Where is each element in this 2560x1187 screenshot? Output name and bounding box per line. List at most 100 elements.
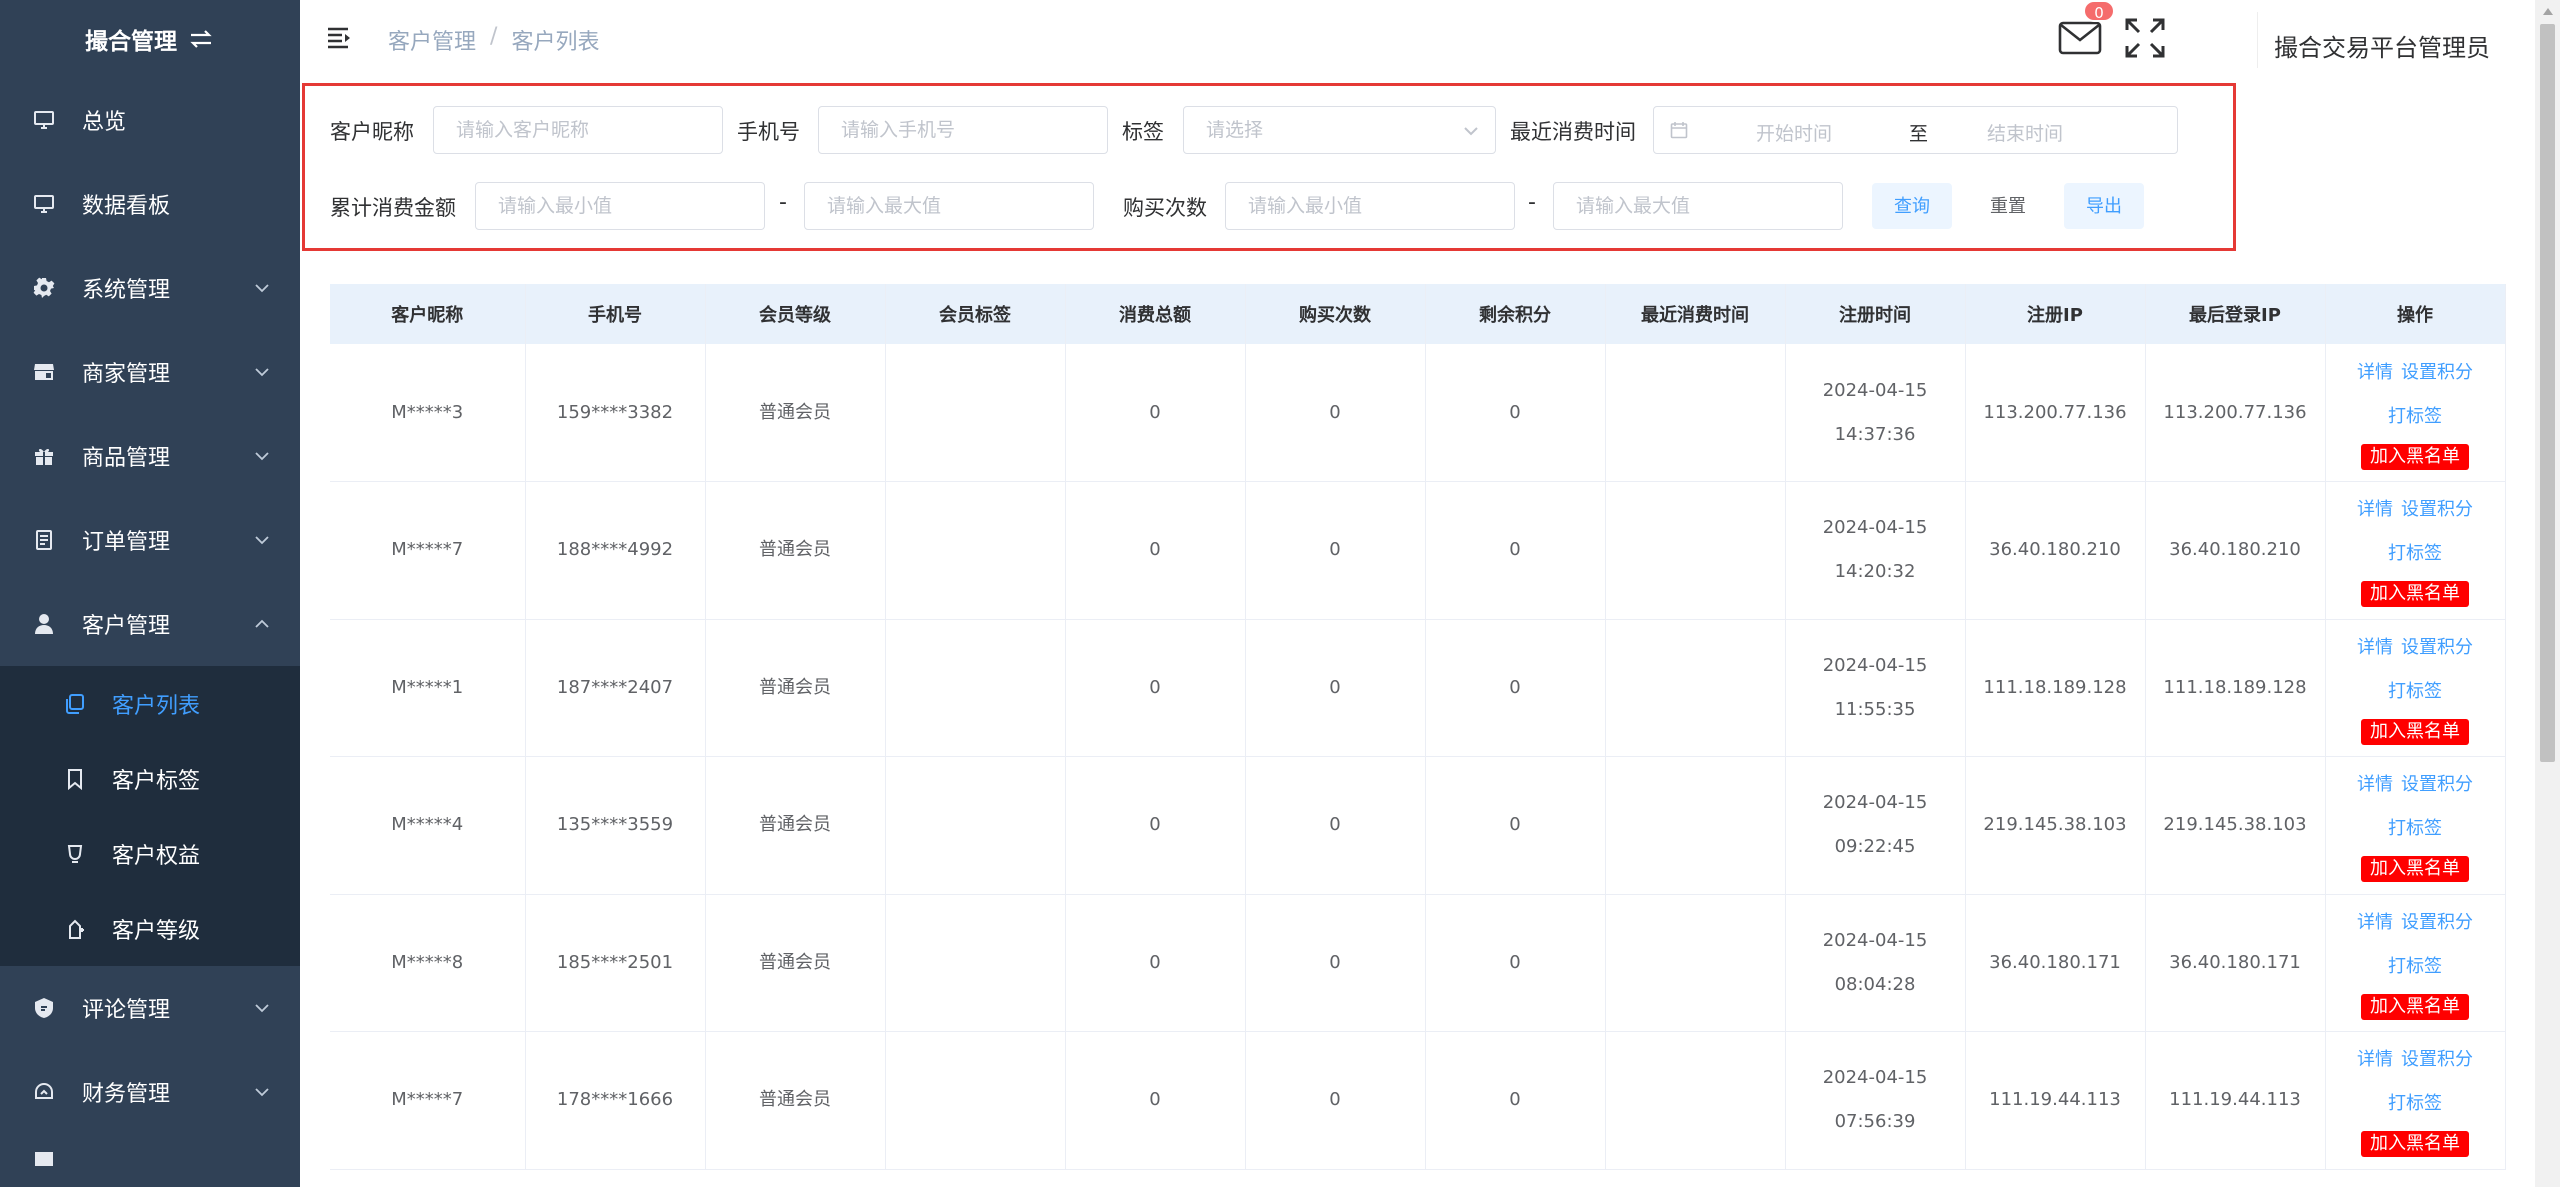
set-points-link[interactable]: 设置积分: [2401, 913, 2473, 932]
tag-link[interactable]: 打标签: [2388, 957, 2442, 976]
tag-link[interactable]: 打标签: [2388, 545, 2442, 563]
cell-last: [1605, 756, 1786, 895]
breadcrumb-item-parent[interactable]: 客户管理: [388, 24, 476, 56]
cell-level: 普通会员: [705, 619, 886, 757]
page-scrollbar[interactable]: [2535, 0, 2560, 1187]
sidebar-item-items-1[interactable]: 数据看板: [0, 162, 300, 246]
customer-table: 客户昵称 手机号 会员等级 会员标签 消费总额 购买次数 剩余积分 最近消费时间 注册时间 注册I…: [330, 284, 2506, 1170]
sidebar-menu: 总览 数据看板 系统管理 商家管理 商品管理 订单管理 客户管理客户列表客户标签 客户权益 客户…: [0, 78, 300, 1174]
tag-label: 标签: [1122, 120, 1164, 144]
sidebar-item-items_after-1[interactable]: 财务管理: [0, 1050, 300, 1134]
count-min-input[interactable]: 请输入最小值: [1225, 182, 1515, 230]
set-points-link[interactable]: 设置积分: [2401, 501, 2473, 519]
admin-name[interactable]: 撮合交易平台管理员: [2274, 28, 2490, 63]
sidebar-item-items-3[interactable]: 商家管理: [0, 330, 300, 414]
blacklist-button[interactable]: 加入黑名单: [2361, 1131, 2469, 1158]
sidebar: 撮合管理 总览 数据看板 系统管理 商家管理 商品管理 订单管理 客户管理 客户列表 客户标签客…: [0, 0, 300, 1187]
cell-login-ip: 36.40.180.171: [2145, 894, 2326, 1032]
cell-reg-ip: 111.19.44.113: [1965, 1031, 2146, 1170]
tag-link[interactable]: 打标签: [2388, 682, 2442, 701]
set-points-link[interactable]: 设置积分: [2401, 1051, 2473, 1069]
tag-select[interactable]: 请选择: [1183, 106, 1496, 154]
set-points-link[interactable]: 设置积分: [2401, 638, 2473, 657]
column-header: 注册IP: [1965, 284, 2146, 344]
swap-icon[interactable]: [187, 27, 215, 51]
column-header: 最后登录IP: [2145, 284, 2326, 344]
cell-reg-ip: 36.40.180.210: [1965, 481, 2146, 620]
sidebar-subitem-0[interactable]: 客户列表: [0, 666, 300, 741]
detail-link[interactable]: 详情: [2357, 638, 2393, 657]
table-row: M*****7 188****4992 普通会员 0 0 0 2024-04-15 14:2…: [330, 481, 2506, 620]
tag-link[interactable]: 打标签: [2388, 1095, 2442, 1113]
detail-link[interactable]: 详情: [2357, 501, 2393, 519]
date-range-picker[interactable]: 开始时间 至 结束时间: [1653, 106, 2178, 154]
blacklist-button[interactable]: 加入黑名单: [2361, 581, 2469, 608]
amount-min-input[interactable]: 请输入最小值: [475, 182, 765, 230]
cell-phone: 185****2501: [525, 894, 706, 1032]
export-button[interactable]: 导出: [2064, 183, 2144, 229]
cell-login-ip: 219.145.38.103: [2145, 756, 2326, 895]
store-icon: [32, 360, 56, 384]
sidebar-item-items-5[interactable]: 订单管理: [0, 498, 300, 582]
last-purchase-label: 最近消费时间: [1510, 120, 1636, 144]
detail-link[interactable]: 详情: [2357, 1051, 2393, 1069]
sidebar-item-partial[interactable]: [0, 1134, 300, 1174]
phone-input[interactable]: 请输入手机号: [818, 106, 1108, 154]
query-button[interactable]: 查询: [1872, 183, 1952, 229]
detail-link[interactable]: 详情: [2357, 776, 2393, 794]
tag-link[interactable]: 打标签: [2388, 407, 2442, 426]
blacklist-button[interactable]: 加入黑名单: [2361, 443, 2469, 470]
cell-count: 0: [1245, 756, 1426, 895]
set-points-link[interactable]: 设置积分: [2401, 363, 2473, 382]
cell-nickname: M*****7: [330, 1031, 526, 1170]
column-header: 最近消费时间: [1605, 284, 1786, 344]
tag-link[interactable]: 打标签: [2388, 820, 2442, 838]
cell-reg-time: 2024-04-15 14:37:36: [1785, 344, 1966, 482]
column-header: 会员等级: [705, 284, 886, 344]
sidebar-subitem-1[interactable]: 客户标签: [0, 741, 300, 816]
sidebar-item-items-4[interactable]: 商品管理: [0, 414, 300, 498]
blacklist-button[interactable]: 加入黑名单: [2361, 993, 2469, 1020]
sidebar-item-items_after-0[interactable]: 评论管理: [0, 966, 300, 1050]
amount-max-input[interactable]: 请输入最大值: [804, 182, 1094, 230]
brand[interactable]: 撮合管理: [0, 0, 300, 78]
cell-reg-time: 2024-04-15 11:55:35: [1785, 619, 1966, 757]
cell-total: 0: [1065, 756, 1246, 895]
mail-icon[interactable]: [2058, 20, 2102, 56]
cell-actions: 详情 设置积分打标签加入黑名单: [2325, 344, 2506, 482]
menu-toggle-icon[interactable]: [326, 24, 354, 52]
avatar[interactable]: [2218, 12, 2258, 68]
cell-points: 0: [1425, 1031, 1606, 1170]
cell-points: 0: [1425, 344, 1606, 482]
column-header: 消费总额: [1065, 284, 1246, 344]
sidebar-subitem-2[interactable]: 客户权益: [0, 816, 300, 891]
cell-last: [1605, 481, 1786, 620]
reset-button[interactable]: 重置: [1968, 183, 2048, 229]
sidebar-subitem-3[interactable]: 客户等级: [0, 891, 300, 966]
cell-count: 0: [1245, 894, 1426, 1032]
tag-select-placeholder: 请选择: [1206, 119, 1264, 141]
nickname-input[interactable]: 请输入客户昵称: [433, 106, 723, 154]
start-date-input[interactable]: 开始时间: [1756, 119, 1832, 146]
set-points-link[interactable]: 设置积分: [2401, 776, 2473, 794]
end-date-input[interactable]: 结束时间: [1987, 119, 2063, 146]
blacklist-button[interactable]: 加入黑名单: [2361, 718, 2469, 745]
scrollbar-thumb[interactable]: [2540, 24, 2555, 762]
sidebar-item-items-2[interactable]: 系统管理: [0, 246, 300, 330]
cell-tags: [885, 481, 1066, 620]
shield-icon: [32, 996, 56, 1020]
scroll-up-arrow[interactable]: [2543, 8, 2553, 15]
blacklist-button[interactable]: 加入黑名单: [2361, 856, 2469, 883]
sidebar-subitem-label: 客户列表: [112, 693, 201, 719]
fullscreen-icon[interactable]: [2123, 16, 2167, 60]
sidebar-item-items-0[interactable]: 总览: [0, 78, 300, 162]
table-row: M*****7 178****1666 普通会员 0 0 0 2024-04-15 07:5…: [330, 1031, 2506, 1170]
count-max-input[interactable]: 请输入最大值: [1553, 182, 1843, 230]
detail-link[interactable]: 详情: [2357, 363, 2393, 382]
gift-icon: [32, 444, 56, 468]
cell-last: [1605, 894, 1786, 1032]
chevron-down-icon: [254, 364, 270, 380]
sidebar-item-items-6[interactable]: 客户管理: [0, 582, 300, 666]
chevron-down-icon: [254, 448, 270, 464]
detail-link[interactable]: 详情: [2357, 913, 2393, 932]
